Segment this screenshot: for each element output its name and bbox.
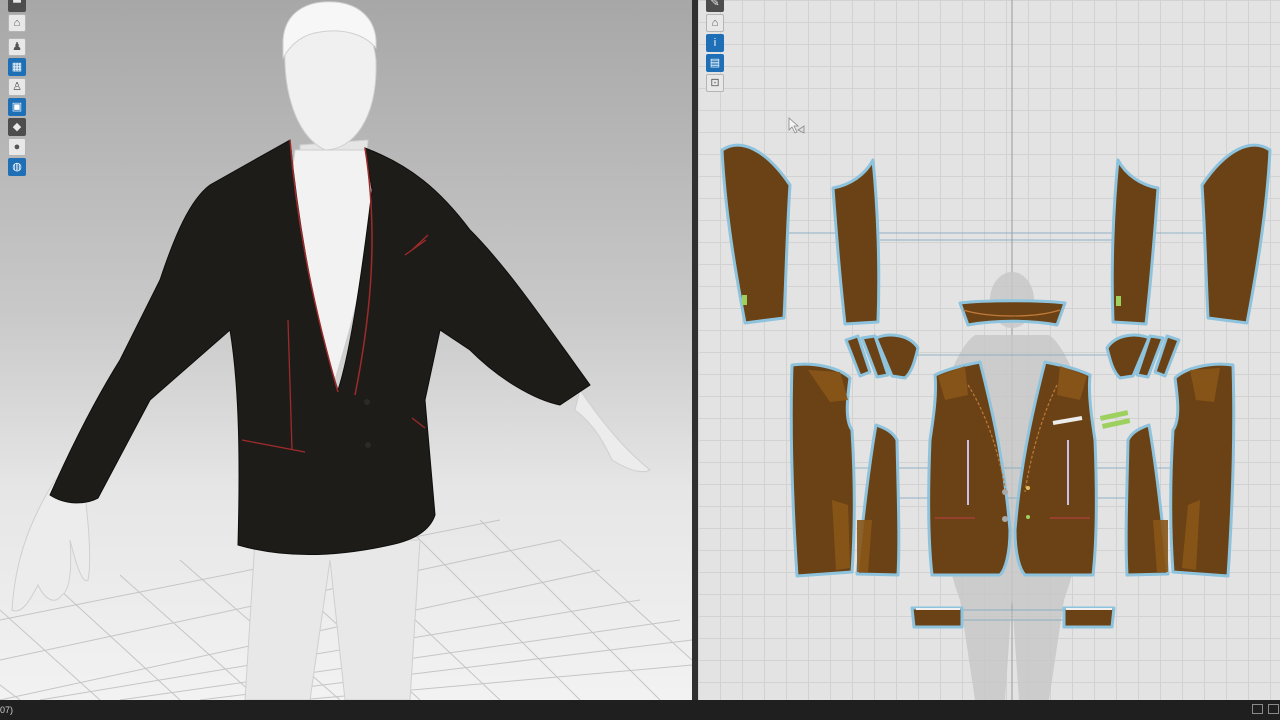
panel-copy-icon[interactable]: ▤ [706,54,724,72]
garment-dark-icon[interactable]: ◆ [8,118,26,136]
viewport-3d[interactable]: ▀ ⌂ ♟ ▦ ♙ ▣ ◆ ● ◍ [0,0,692,700]
globe-grid-icon[interactable]: ◍ [8,158,26,176]
status-text: 07) [0,705,14,715]
scene-3d [0,1,692,700]
garment-gray-icon[interactable]: ⌂ [8,14,26,32]
texture-render-icon[interactable]: ▦ [8,58,26,76]
pen-tool-icon[interactable]: ✎ [706,0,724,12]
single-view-icon[interactable] [1268,704,1279,714]
viewport-3d-toolbar: ▀ ⌂ ♟ ▦ ♙ ▣ ◆ ● ◍ [8,0,26,176]
blue-panel-icon[interactable]: ▣ [8,98,26,116]
avatar-figure-icon[interactable]: ♙ [8,78,26,96]
viewport-2d-toolbar: ✎ ⌂ i ▤ ⊡ [706,0,724,92]
avatar-bust-icon[interactable]: ● [8,138,26,156]
pocket-welt-left [910,606,964,629]
info-icon[interactable]: i [706,34,724,52]
lock-icon[interactable]: ⊡ [706,74,724,92]
sleeve-right-outer [1200,143,1272,325]
pocket-welt-right [1062,606,1116,629]
split-view-icon[interactable] [1252,704,1263,714]
shirt-icon[interactable]: ⌂ [706,14,724,32]
mouse-cursor [788,117,805,134]
top-view-icon[interactable]: ▀ [8,0,26,12]
pattern-canvas [720,0,1272,700]
viewport-2d[interactable]: ✎ ⌂ i ▤ ⊡ [698,0,1280,700]
status-bar: 07) [0,700,1280,720]
sleeve-left-inner [831,158,881,326]
sleeve-left-outer [720,143,792,325]
avatar-shirt-icon[interactable]: ♟ [8,38,26,56]
